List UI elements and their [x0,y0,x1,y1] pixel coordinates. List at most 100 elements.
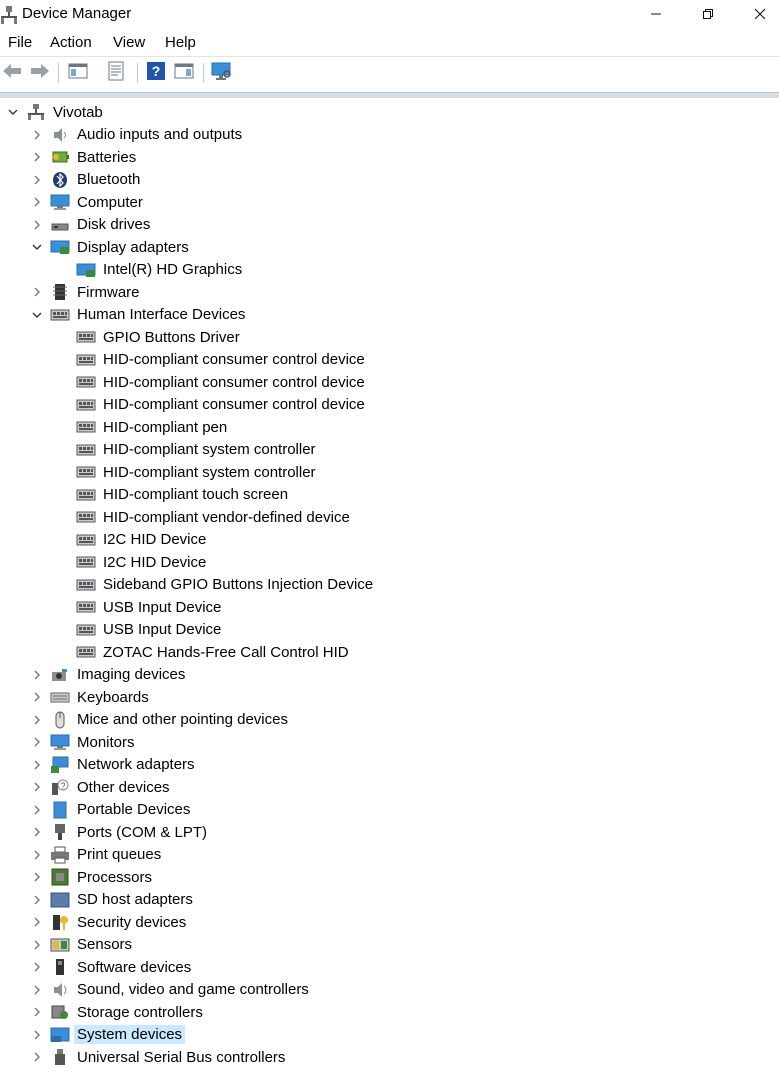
menu-bar: File Action View Help [0,30,779,57]
tree-category[interactable]: Computer [30,191,146,213]
menu-action[interactable]: Action [50,34,92,51]
chevron-right-icon[interactable] [30,150,44,164]
camera-icon [50,666,70,684]
chevron-right-icon[interactable] [30,690,44,704]
tree-root[interactable]: Vivotab [6,101,106,123]
chevron-down-icon[interactable] [30,308,44,322]
tree-category[interactable]: Processors [30,866,155,888]
chevron-down-icon[interactable] [6,105,20,119]
tree-item-label: Firmware [77,283,140,301]
tree-device[interactable]: I2C HID Device [76,551,209,573]
tree-category[interactable]: Keyboards [30,686,152,708]
tree-device[interactable]: I2C HID Device [76,529,209,551]
chevron-right-icon[interactable] [30,870,44,884]
chevron-right-icon[interactable] [30,960,44,974]
show-hide-action-pane-button[interactable] [172,61,196,85]
chevron-right-icon[interactable] [30,713,44,727]
chevron-right-icon[interactable] [30,938,44,952]
tree-category[interactable]: ? Other devices [30,776,173,798]
menu-file[interactable]: File [8,34,32,51]
help-icon: ? [146,61,166,86]
bluetooth-icon [50,171,70,189]
tree-category[interactable]: Security devices [30,911,189,933]
network-adapter-icon [50,756,70,774]
chevron-right-icon[interactable] [30,195,44,209]
tree-device[interactable]: ZOTAC Hands-Free Call Control HID [76,641,352,663]
tree-device[interactable]: HID-compliant vendor-defined device [76,506,353,528]
back-button[interactable] [0,61,24,85]
pane-divider [0,92,779,98]
properties-button[interactable] [104,61,128,85]
chevron-right-icon[interactable] [30,915,44,929]
security-key-icon [50,913,70,931]
tree-category[interactable]: Software devices [30,956,194,978]
menu-help[interactable]: Help [165,34,196,51]
chevron-right-icon[interactable] [30,668,44,682]
tree-device[interactable]: HID-compliant consumer control device [76,349,368,371]
help-button[interactable]: ? [144,61,168,85]
tree-item-label: Universal Serial Bus controllers [77,1048,286,1066]
tree-category[interactable]: Monitors [30,731,138,753]
chevron-right-icon[interactable] [30,1028,44,1042]
chevron-right-icon[interactable] [30,285,44,299]
tree-device[interactable]: Intel(R) HD Graphics [76,259,245,281]
tree-category[interactable]: SD host adapters [30,889,196,911]
tree-device[interactable]: HID-compliant consumer control device [76,394,368,416]
chevron-right-icon[interactable] [30,173,44,187]
chevron-right-icon[interactable] [30,780,44,794]
tree-category[interactable]: Mice and other pointing devices [30,709,291,731]
menu-view[interactable]: View [113,34,145,51]
forward-button[interactable] [28,61,52,85]
tree-category[interactable]: Portable Devices [30,799,193,821]
tree-category[interactable]: Human Interface Devices [30,304,248,326]
sensor-icon [50,936,70,954]
tree-device[interactable]: USB Input Device [76,619,224,641]
tree-category[interactable]: Universal Serial Bus controllers [30,1046,288,1068]
tree-category[interactable]: Ports (COM & LPT) [30,821,210,843]
tree-device[interactable]: HID-compliant consumer control device [76,371,368,393]
tree-device[interactable]: GPIO Buttons Driver [76,326,243,348]
scan-hardware-button[interactable] [210,61,234,85]
tree-category[interactable]: Network adapters [30,754,198,776]
tree-category[interactable]: Display adapters [30,236,192,258]
chevron-right-icon[interactable] [30,128,44,142]
tree-category[interactable]: Bluetooth [30,169,143,191]
tree-device[interactable]: HID-compliant system controller [76,461,319,483]
chevron-right-icon[interactable] [30,983,44,997]
close-button[interactable] [737,0,779,30]
tree-category[interactable]: Imaging devices [30,664,188,686]
system-devices-icon [50,1026,70,1044]
chevron-right-icon[interactable] [30,218,44,232]
tree-category[interactable]: Storage controllers [30,1001,206,1023]
chevron-down-icon[interactable] [30,240,44,254]
tree-category[interactable]: Batteries [30,146,139,168]
firmware-icon [50,283,70,301]
minimize-button[interactable] [633,0,679,30]
minimize-icon [650,7,662,24]
chevron-right-icon[interactable] [30,803,44,817]
chevron-right-icon[interactable] [30,1005,44,1019]
tree-item-label: HID-compliant touch screen [103,486,289,503]
tree-device[interactable]: HID-compliant system controller [76,439,319,461]
tree-category[interactable]: Firmware [30,281,143,303]
tree-category[interactable]: System devices [30,1024,186,1046]
restore-button[interactable] [685,0,731,30]
tree-category[interactable]: Audio inputs and outputs [30,124,245,146]
chevron-right-icon[interactable] [30,893,44,907]
tree-category[interactable]: Sensors [30,934,135,956]
tree-item-label: Audio inputs and outputs [77,126,243,143]
tree-device[interactable]: HID-compliant pen [76,416,230,438]
chevron-right-icon[interactable] [30,758,44,772]
tree-item-label: Sound, video and game controllers [77,981,309,998]
chevron-right-icon[interactable] [30,1050,44,1064]
show-hide-console-tree-button[interactable] [66,61,90,85]
tree-category[interactable]: Print queues [30,844,164,866]
tree-device[interactable]: HID-compliant touch screen [76,484,291,506]
chevron-right-icon[interactable] [30,735,44,749]
tree-category[interactable]: Sound, video and game controllers [30,979,312,1001]
tree-device[interactable]: Sideband GPIO Buttons Injection Device [76,574,376,596]
tree-device[interactable]: USB Input Device [76,596,224,618]
chevron-right-icon[interactable] [30,848,44,862]
tree-category[interactable]: Disk drives [30,214,153,236]
chevron-right-icon[interactable] [30,825,44,839]
